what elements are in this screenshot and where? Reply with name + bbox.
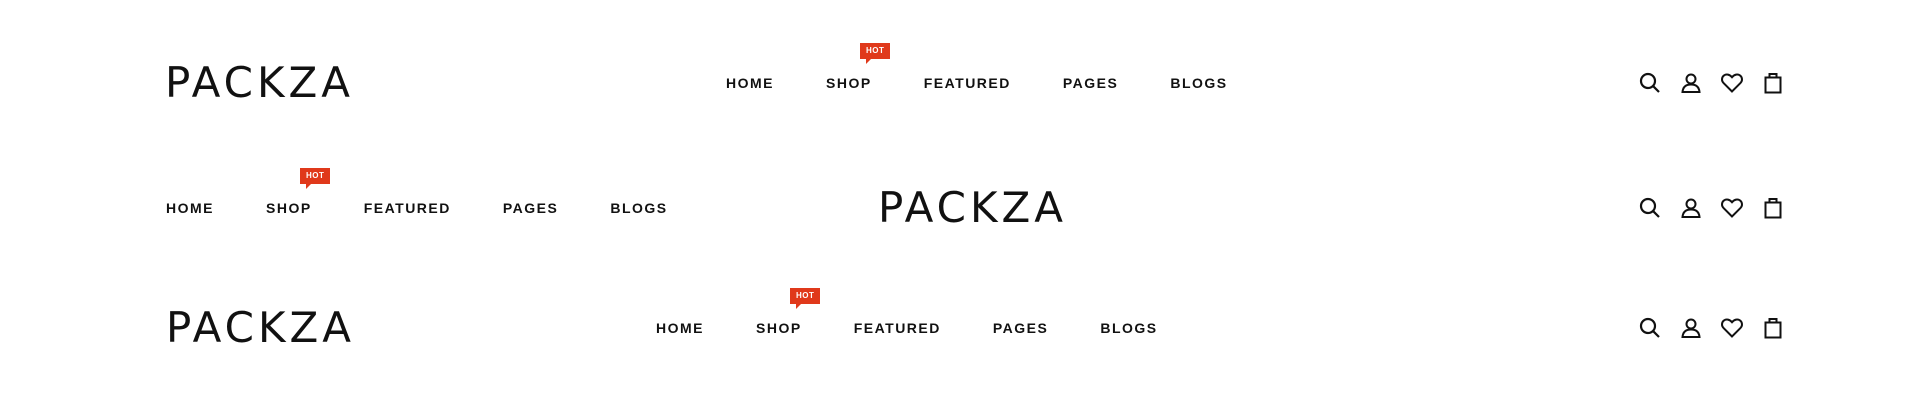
shopping-bag-icon[interactable] (1760, 315, 1786, 341)
nav-home[interactable]: HOME (656, 321, 704, 335)
hot-badge: HOT (300, 168, 331, 189)
hot-badge: HOT (860, 43, 891, 64)
hot-badge: HOT (790, 288, 821, 309)
shopping-bag-icon[interactable] (1760, 195, 1786, 221)
nav-shop[interactable]: SHOP HOT (266, 168, 331, 216)
main-nav: HOME SHOP HOT FEATURED PAGES BLOGS (656, 288, 1158, 358)
nav-blogs[interactable]: BLOGS (610, 201, 667, 215)
search-icon[interactable] (1637, 70, 1663, 96)
nav-shop-label: SHOP (266, 200, 312, 216)
nav-featured[interactable]: FEATURED (854, 321, 941, 335)
nav-shop[interactable]: SHOP HOT (826, 43, 891, 91)
nav-shop-label: SHOP (756, 320, 802, 336)
main-nav: HOME SHOP HOT FEATURED PAGES BLOGS (726, 43, 1228, 113)
user-icon[interactable] (1678, 195, 1704, 221)
nav-blogs[interactable]: BLOGS (1100, 321, 1157, 335)
heart-icon[interactable] (1719, 315, 1745, 341)
nav-pages[interactable]: PAGES (1063, 76, 1118, 90)
header-variant-3: PACKZA HOME SHOP HOT FEATURED PAGES BLOG… (0, 288, 1920, 358)
nav-home[interactable]: HOME (166, 201, 214, 215)
header-icons (1637, 53, 1786, 113)
search-icon[interactable] (1637, 315, 1663, 341)
heart-icon[interactable] (1719, 70, 1745, 96)
header-variant-1: PACKZA HOME SHOP HOT FEATURED PAGES BLOG… (0, 43, 1920, 113)
heart-icon[interactable] (1719, 195, 1745, 221)
nav-home[interactable]: HOME (726, 76, 774, 90)
header-icons (1637, 178, 1786, 238)
nav-shop[interactable]: SHOP HOT (756, 288, 821, 336)
brand-logo[interactable]: PACKZA (165, 53, 354, 113)
shopping-bag-icon[interactable] (1760, 70, 1786, 96)
user-icon[interactable] (1678, 70, 1704, 96)
header-icons (1637, 298, 1786, 358)
nav-featured[interactable]: FEATURED (364, 201, 451, 215)
nav-shop-label: SHOP (826, 75, 872, 91)
nav-pages[interactable]: PAGES (503, 201, 558, 215)
search-icon[interactable] (1637, 195, 1663, 221)
header-variant-2: HOME SHOP HOT FEATURED PAGES BLOGS PACKZ… (0, 168, 1920, 238)
nav-blogs[interactable]: BLOGS (1170, 76, 1227, 90)
user-icon[interactable] (1678, 315, 1704, 341)
nav-featured[interactable]: FEATURED (924, 76, 1011, 90)
brand-logo[interactable]: PACKZA (878, 178, 1067, 238)
brand-logo[interactable]: PACKZA (166, 298, 355, 358)
nav-pages[interactable]: PAGES (993, 321, 1048, 335)
main-nav: HOME SHOP HOT FEATURED PAGES BLOGS (166, 168, 668, 238)
